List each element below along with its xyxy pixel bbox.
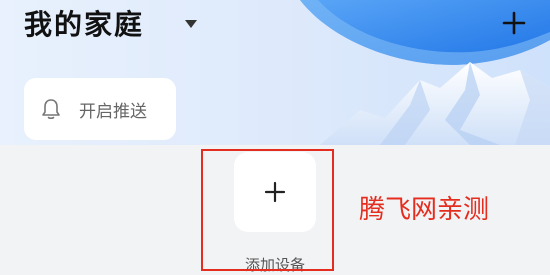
- bell-icon: [42, 99, 60, 120]
- watermark-text: 腾飞网亲测: [359, 195, 490, 225]
- home-title[interactable]: 我的家庭: [24, 5, 144, 45]
- enable-push-label: 开启推送: [79, 101, 147, 122]
- enable-push-card[interactable]: 开启推送: [24, 78, 176, 140]
- caret-down-icon: [185, 20, 197, 28]
- highlight-box: [201, 149, 334, 271]
- add-button-top[interactable]: [498, 7, 530, 39]
- home-dropdown-button[interactable]: [181, 14, 201, 34]
- plus-icon: [502, 11, 526, 35]
